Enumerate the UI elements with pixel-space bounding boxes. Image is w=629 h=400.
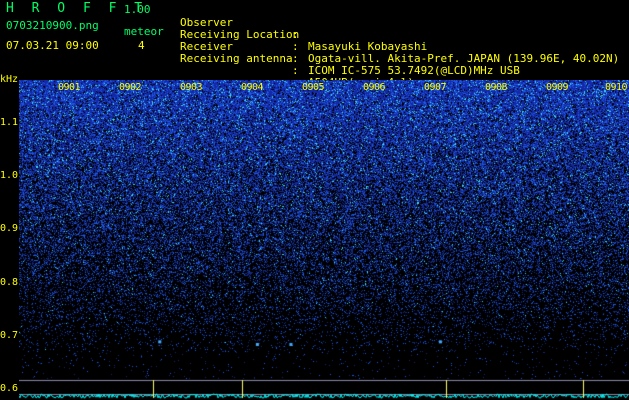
y-axis-unit-label: kHz — [0, 74, 19, 85]
x-tick-label: 0908 — [485, 82, 508, 93]
x-tick-label: 0906 — [363, 82, 386, 93]
app-version: 1.00 — [124, 3, 151, 16]
spectrogram-canvas — [19, 80, 629, 400]
info-label: Receiving antenna — [180, 52, 293, 65]
x-tick-label: 0902 — [119, 82, 142, 93]
station-info: Observer : Masayuki Kobayashi Receiving … — [180, 5, 620, 89]
datetime: 07.03.21 09:00 — [6, 39, 99, 52]
x-tick-label: 0903 — [180, 82, 203, 93]
x-tick-label: 0907 — [424, 82, 447, 93]
y-tick-label: 1.0 — [0, 170, 19, 181]
x-tick-label: 0909 — [546, 82, 569, 93]
y-tick-label: 1.1 — [0, 116, 19, 128]
meteor-label: meteor — [124, 25, 164, 38]
info-row-location: Receiving Location : Ogata-vill. Akita-P… — [180, 17, 620, 65]
y-tick-label: 0.6 — [0, 383, 19, 395]
x-tick-label: 0910 — [605, 82, 628, 93]
y-tick-label: 0.8 — [0, 276, 19, 288]
info-row-receiver: Receiver : ICOM IC-575 53.7492(@LCD)MHz … — [180, 29, 620, 77]
info-row-antenna: Receiving antenna : A504HB(yagi 4el) — [180, 41, 620, 89]
hroft-window: H R O F F T 1.00 0703210900.png meteor 0… — [0, 0, 629, 400]
x-tick-label: 0901 — [58, 82, 81, 93]
info-colon: : — [292, 64, 299, 77]
filename: 0703210900.png — [6, 19, 99, 32]
meteor-count: 4 — [138, 39, 145, 52]
y-tick-label: 0.9 — [0, 223, 19, 235]
x-tick-label: 0904 — [241, 82, 264, 93]
x-tick-label: 0905 — [302, 82, 325, 93]
y-tick-label: 0.7 — [0, 330, 19, 341]
info-row-observer: Observer : Masayuki Kobayashi — [180, 5, 620, 53]
spectrogram-frame — [19, 80, 629, 400]
